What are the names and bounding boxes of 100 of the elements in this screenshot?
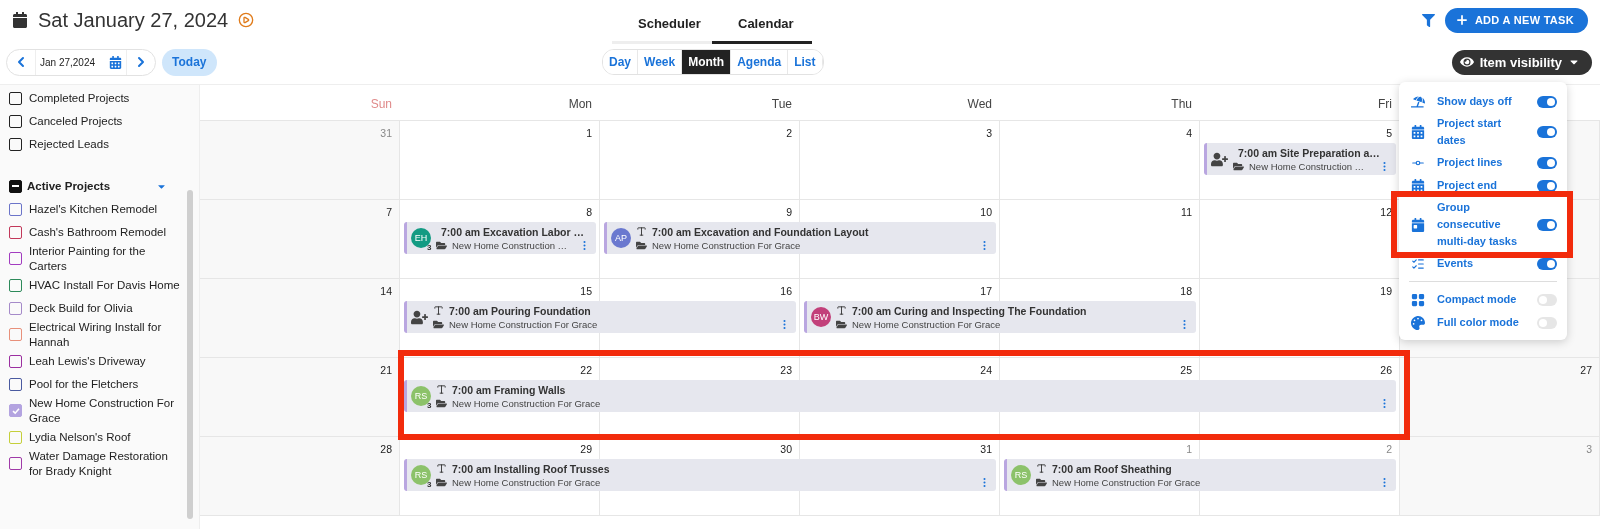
filter-item[interactable]: Completed Projects [9,87,187,110]
task-bar[interactable]: 7:00 am Site Preparation a… New Home Construction … [1204,143,1396,175]
checkbox[interactable] [9,377,22,391]
day-number: 31 [380,126,393,141]
view-button[interactable]: Day [603,50,638,74]
folder-icon [836,318,847,330]
toggle-switch[interactable] [1537,316,1557,329]
avatar: EH 3 [411,228,431,248]
day-number: 12 [1380,205,1393,220]
checkbox[interactable] [9,457,22,471]
day-number: 18 [1180,284,1193,299]
project-label: Cash's Bathroom Remodel [29,225,167,240]
group-label: Active Projects [27,180,112,192]
day-number: 16 [780,284,793,299]
checkbox[interactable] [9,301,22,315]
project-item[interactable]: Leah Lewis's Driveway [9,349,187,373]
project-label: Hazel's Kitchen Remodel [29,202,158,217]
task-bar[interactable]: BW 7:00 am Curing and Inspecting The Foundation New Home Construction For Grace [804,301,1196,333]
task-project: New Home Construction For Grace [449,318,598,330]
day-number: 2 [786,126,793,141]
task-bar[interactable]: RS 3 7:00 am Framing Walls New Home Construction For Grace [404,380,1396,412]
task-project: New Home Construction For Grace [452,476,601,488]
toggle-switch[interactable] [1537,218,1557,231]
menu-label: Events [1437,256,1475,272]
menu-label: Compact mode [1437,292,1518,308]
day-number: 3 [1586,442,1593,457]
play-icon[interactable] [238,12,255,28]
filter-item[interactable]: Rejected Leads [9,133,187,156]
calendar-icon [1411,178,1425,193]
project-item[interactable]: Deck Build for Olivia [9,296,187,320]
weekday-label: Thu [1170,96,1193,113]
checkbox[interactable] [9,138,22,151]
checklist-icon [1411,256,1425,271]
scrollbar-thumb[interactable] [187,190,193,519]
project-item[interactable]: Water Damage Restoration for Brady Knight [9,448,187,479]
menu-label: Project end [1437,178,1498,194]
eye-icon [1459,55,1474,69]
folder-icon [1233,160,1244,172]
project-label: New Home Construction For Grace [29,395,176,426]
checkbox[interactable] [9,203,22,216]
task-project: New Home Construction For Grace [652,239,801,251]
date-field[interactable]: Jan 27,2024 [35,49,128,75]
project-item[interactable]: Lydia Nelson's Roof [9,425,187,449]
checkbox[interactable] [9,354,22,368]
toggle-switch[interactable] [1537,293,1557,306]
project-item[interactable]: Pool for the Fletchers [9,372,187,396]
view-tab[interactable]: Calendar [712,6,812,44]
day-number: 29 [580,442,593,457]
today-button[interactable]: Today [162,48,217,76]
day-number: 21 [380,363,393,378]
item-visibility-button[interactable]: Item visibility [1451,49,1592,75]
filter-item[interactable]: Canceled Projects [9,110,187,133]
checkbox[interactable] [9,278,22,292]
view-tab[interactable]: Scheduler [612,6,712,44]
toggle-switch[interactable] [1537,156,1557,169]
day-number: 28 [380,442,393,457]
project-item[interactable]: Interior Painting for the Carters [9,244,187,274]
task-project: New Home Construction For Grace [852,318,1001,330]
weekday-label: Tue [770,96,793,113]
task-bar[interactable]: RS 7:00 am Roof Sheathing New Home Construction For Grace [1004,459,1396,491]
checkbox[interactable] [9,226,22,239]
day-number: 1 [1186,442,1193,457]
task-bar[interactable]: RS 3 7:00 am Installing Roof Trusses New Home Construction For Grace [404,459,996,491]
checkbox[interactable] [9,404,22,418]
project-item[interactable]: HVAC Install For Davis Home [9,273,187,297]
filter-icon[interactable] [1421,13,1435,27]
checkbox[interactable] [9,328,22,342]
checkbox[interactable] [9,115,22,128]
project-item[interactable]: Cash's Bathroom Remodel [9,221,187,244]
task-title: 7:00 am Site Preparation a… [1238,146,1380,159]
task-project: New Home Construction … [1249,160,1365,172]
project-item[interactable]: Hazel's Kitchen Remodel [9,198,187,221]
day-number: 10 [980,205,993,220]
avatar: AP [611,228,631,248]
menu-label: Project lines [1437,155,1504,171]
add-task-button[interactable]: ADD A NEW TASK [1444,7,1588,33]
toggle-switch[interactable] [1537,126,1557,139]
day-number: 9 [786,205,793,220]
toggle-switch[interactable] [1537,95,1557,108]
checkbox[interactable] [9,252,22,266]
toggle-switch[interactable] [1537,179,1557,192]
project-label: Lydia Nelson's Roof [29,429,131,445]
view-button[interactable]: Month [682,50,732,74]
calendar-icon[interactable] [109,55,123,69]
day-number: 24 [980,363,993,378]
day-number: 4 [1186,126,1193,141]
avatar: RS 3 [411,386,431,406]
project-item[interactable]: New Home Construction For Grace [9,395,187,426]
task-bar[interactable]: EH 3 7:00 am Excavation Labor … New Home Construction … [404,222,596,254]
checkbox[interactable] [9,179,22,193]
task-bar[interactable]: 7:00 am Pouring Foundation New Home Construction For Grace [404,301,796,333]
weekday-label: Sun [369,96,393,113]
day-number: 26 [1380,363,1393,378]
project-label: Deck Build for Olivia [29,300,133,316]
avatar: BW [811,307,831,327]
task-bar[interactable]: AP 7:00 am Excavation and Foundation Layout New Home Construction For Grace [604,222,996,254]
filter-label: Canceled Projects [29,114,123,129]
project-item[interactable]: Electrical Wiring Install for Hannah [9,319,187,350]
checkbox[interactable] [9,92,22,105]
text-icon [836,305,847,316]
